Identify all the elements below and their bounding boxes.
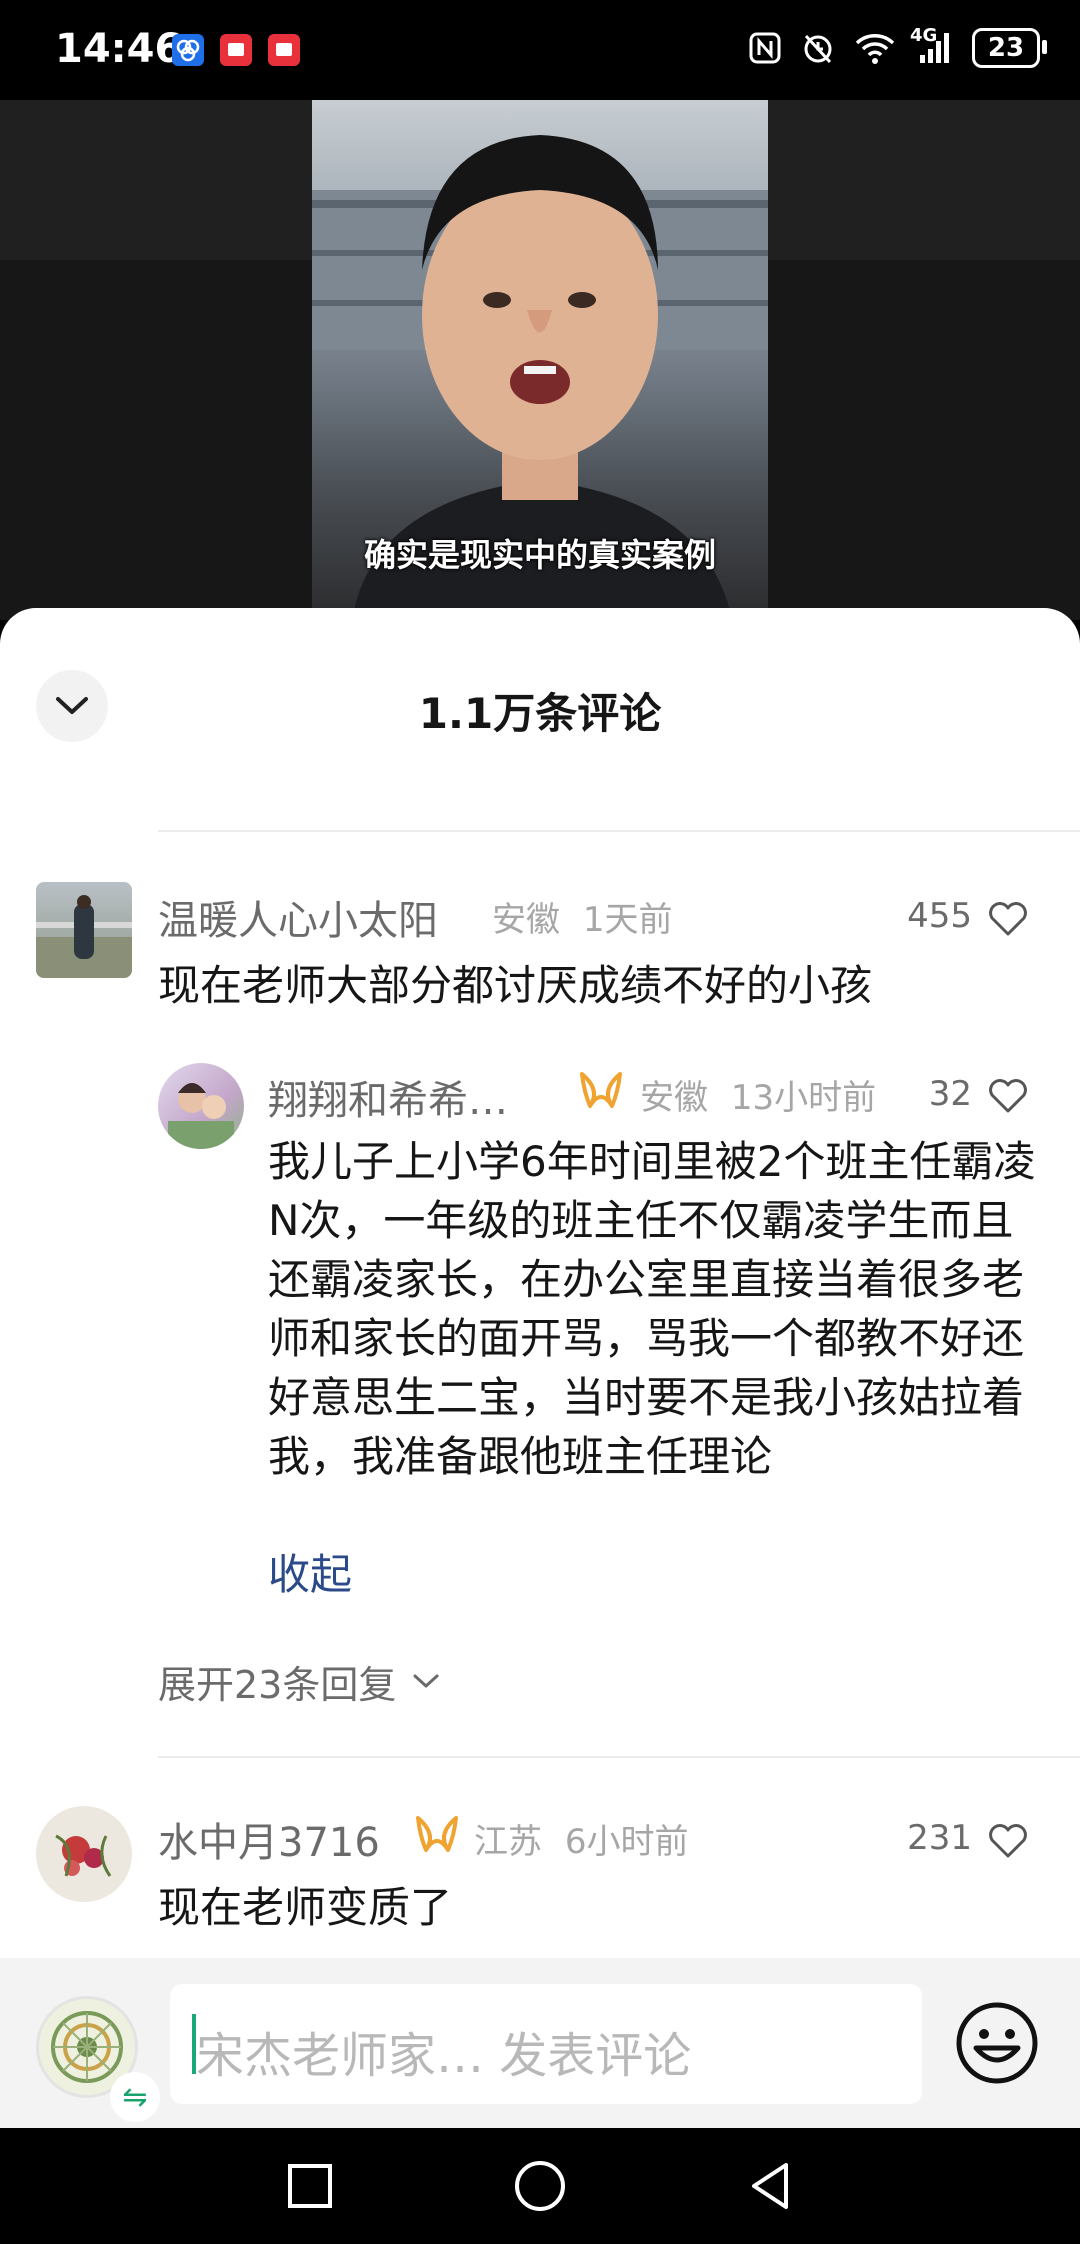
comments-sheet: 1.1万条评论 温暖人心小太阳 安徽 1天前 455 现在老师大部分都讨厌成绩不…: [0, 608, 1080, 1958]
fan-badge-icon: [416, 1816, 458, 1852]
switch-identity-icon[interactable]: ⇋: [110, 2072, 160, 2122]
video-player[interactable]: 确实是现实中的真实案例: [0, 100, 1080, 620]
alarm-off-icon: [800, 30, 836, 66]
battery-level: 23: [987, 33, 1025, 63]
collapse-reply-link[interactable]: 收起: [268, 1541, 352, 1602]
video-subtitle: 确实是现实中的真实案例: [363, 536, 716, 574]
comment-input[interactable]: 宋杰老师家… 发表评论: [170, 1984, 922, 2104]
commenter-username[interactable]: 温暖人心小太阳: [158, 888, 438, 946]
system-navigation-bar: [0, 2128, 1080, 2244]
comment-meta: 安徽 1天前: [492, 892, 672, 941]
circle-icon: [515, 2161, 565, 2211]
fan-badge-icon: [580, 1072, 622, 1108]
replier-avatar[interactable]: [158, 1063, 244, 1149]
battery-indicator: 23: [972, 28, 1047, 68]
commenter-avatar[interactable]: [36, 1806, 132, 1902]
network-type: 4G: [910, 25, 938, 46]
emoji-icon[interactable]: [954, 2000, 1040, 2086]
chevron-down-icon: [413, 1674, 439, 1687]
comment-text: 现在老师大部分都讨厌成绩不好的小孩: [158, 961, 873, 1010]
like-count: 231: [907, 1818, 972, 1858]
comment-meta: 江苏 6小时前: [474, 1814, 688, 1863]
recents-button[interactable]: [280, 2156, 340, 2216]
like-heart-icon[interactable]: [986, 898, 1030, 938]
reply-like-heart-icon[interactable]: [986, 1075, 1030, 1115]
red-app-notification-icon-2: [268, 34, 300, 66]
back-button[interactable]: [740, 2156, 800, 2216]
status-time: 14:46: [55, 26, 183, 72]
status-bar: 14:46 4G 23: [0, 0, 1080, 100]
replier-username[interactable]: 翔翔和希希…: [268, 1068, 548, 1126]
comment-location: 安徽: [492, 900, 560, 940]
expand-replies-button[interactable]: 展开23条回复: [158, 1654, 440, 1709]
comment-location: 江苏: [474, 1822, 542, 1862]
wifi-icon: [854, 31, 896, 65]
comment-time: 1天前: [582, 900, 673, 940]
reply-text: 我儿子上小学6年时间里被2个班主任霸凌N次，一年级的班主任不仅霸凌学生而且还霸凌…: [268, 1137, 1036, 1481]
expand-replies-label: 展开23条回复: [158, 1663, 397, 1707]
comments-count-title: 1.1万条评论: [418, 689, 662, 738]
red-app-notification-icon: [220, 34, 252, 66]
app-notification-icon: [172, 34, 204, 66]
back-triangle-icon: [752, 2163, 788, 2209]
like-heart-icon[interactable]: [986, 1820, 1030, 1860]
reply-like-count: 32: [928, 1074, 972, 1114]
reply-location: 安徽: [640, 1078, 708, 1118]
nfc-icon: [748, 31, 782, 65]
reply-time: 13小时前: [730, 1078, 877, 1118]
signal-4g-icon: 4G: [910, 25, 954, 65]
comment-time: 6小时前: [564, 1822, 689, 1862]
commenter-avatar[interactable]: [36, 882, 132, 978]
video-frame[interactable]: 确实是现实中的真实案例: [312, 100, 768, 620]
commenter-username[interactable]: 水中月3716: [158, 1810, 380, 1868]
square-icon: [288, 2164, 332, 2208]
divider: [158, 1756, 1080, 1758]
home-button[interactable]: [510, 2156, 570, 2216]
comment-text: 现在老师变质了: [158, 1883, 453, 1932]
reply-meta: 安徽 13小时前: [640, 1070, 876, 1119]
like-count: 455: [907, 896, 972, 936]
comment-input-placeholder: 宋杰老师家… 发表评论: [196, 2028, 692, 2084]
divider: [158, 830, 1080, 832]
comment-input-bar: ⇋ 宋杰老师家… 发表评论: [0, 1958, 1080, 2128]
